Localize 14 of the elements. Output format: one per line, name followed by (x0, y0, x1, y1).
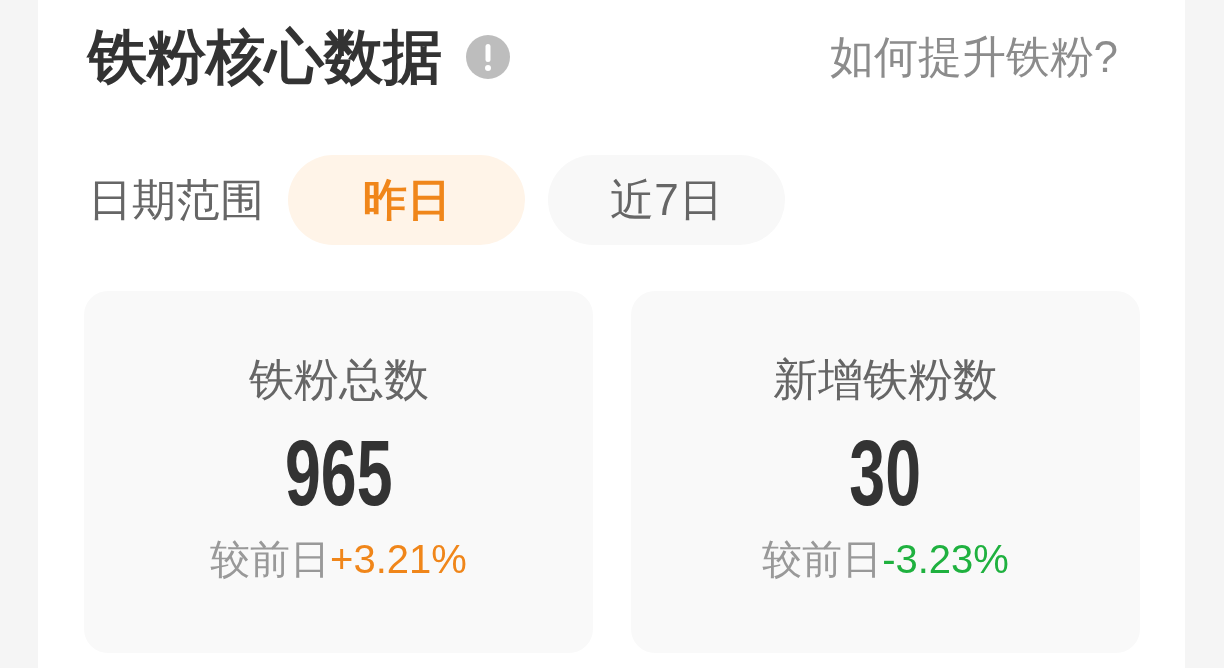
compare-label: 较前日 (762, 536, 883, 583)
stat-label: 铁粉总数 (248, 354, 429, 406)
help-link[interactable]: 如何提升铁粉? (829, 30, 1118, 84)
info-icon[interactable] (466, 35, 510, 79)
stat-label: 新增铁粉数 (773, 354, 998, 406)
stat-value: 30 (849, 427, 922, 519)
compare-label: 较前日 (210, 536, 331, 583)
stat-value: 965 (284, 427, 393, 519)
date-range-tab[interactable]: 近7日 (548, 155, 785, 245)
change-value: +3.21% (330, 536, 467, 583)
change-value: -3.23% (882, 536, 1009, 583)
date-range-label: 日期范围 (88, 174, 264, 226)
date-range-tab[interactable]: 昨日 (288, 155, 525, 245)
section-title: 铁粉核心数据 (88, 24, 442, 90)
